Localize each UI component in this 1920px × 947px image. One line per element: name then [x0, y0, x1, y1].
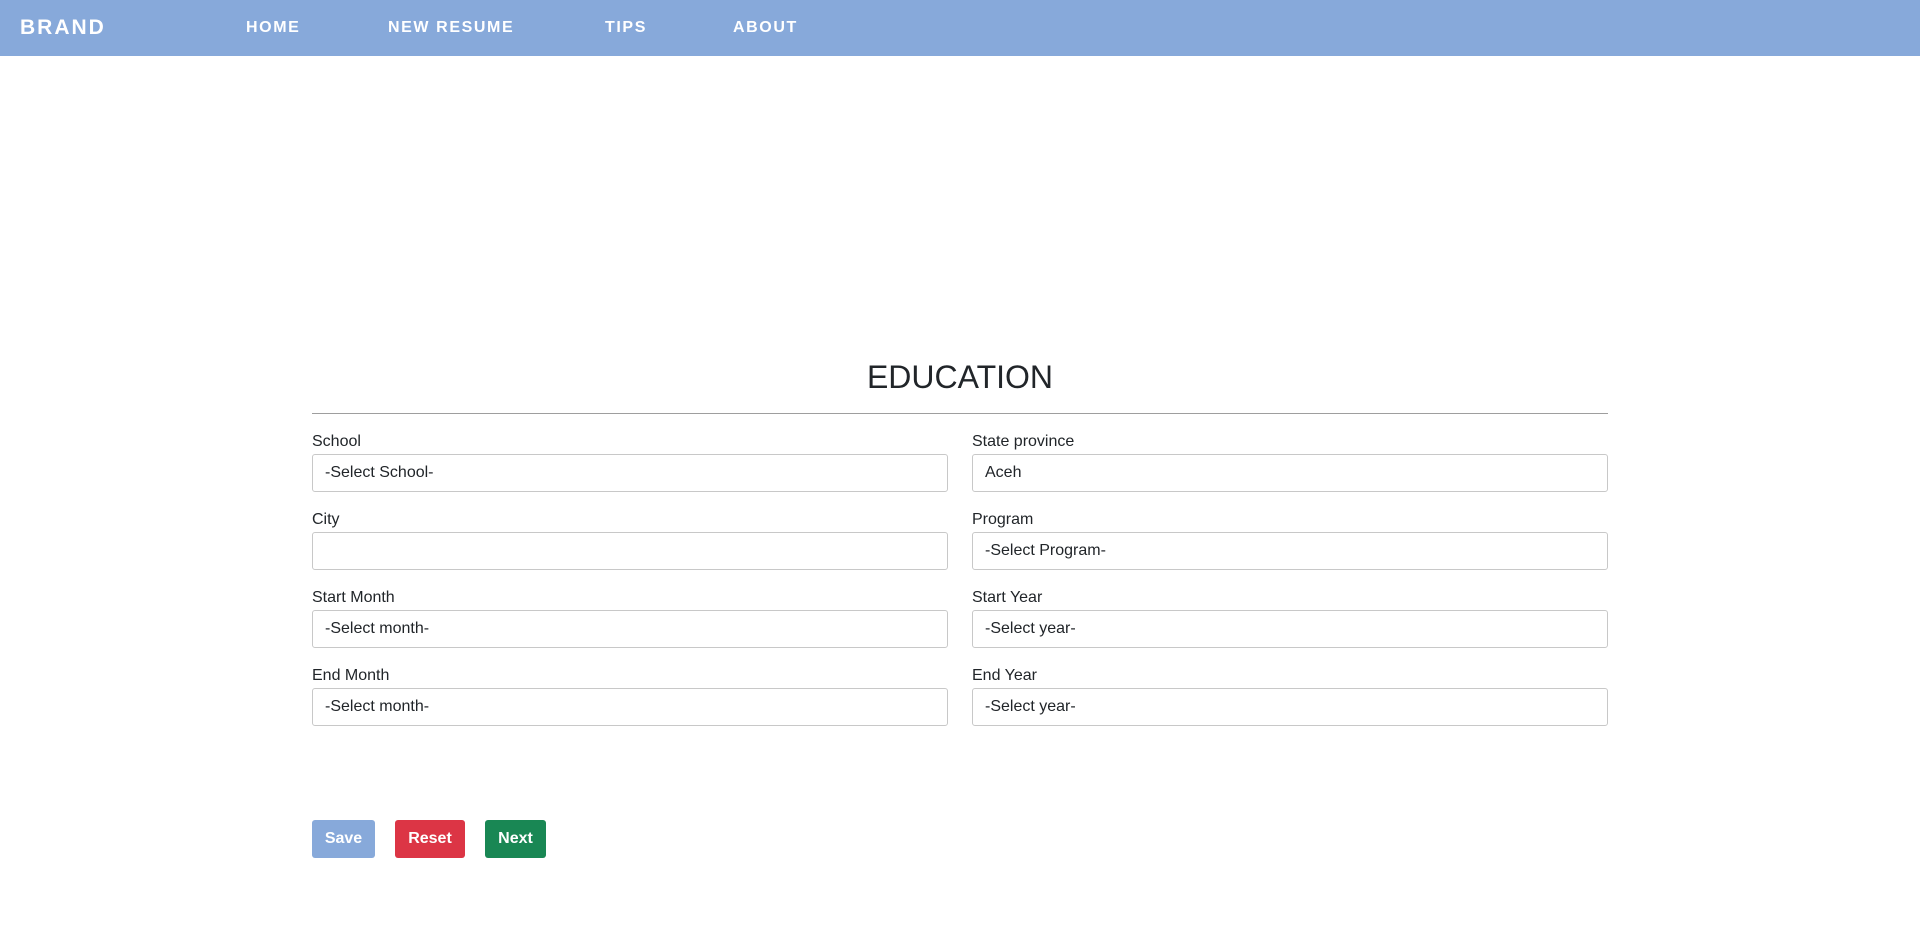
start-year-select[interactable]: -Select year-	[972, 610, 1608, 648]
next-button[interactable]: Next	[485, 820, 546, 858]
start-month-label: Start Month	[312, 589, 395, 606]
program-select[interactable]: -Select Program-	[972, 532, 1608, 570]
end-month-select[interactable]: -Select month-	[312, 688, 948, 726]
city-label: City	[312, 511, 340, 528]
end-month-label: End Month	[312, 667, 390, 684]
start-month-field: Start Month -Select month-	[312, 588, 948, 648]
nav-link-home[interactable]: HOME	[246, 19, 300, 37]
school-select[interactable]: -Select School-	[312, 454, 948, 492]
start-year-label: Start Year	[972, 589, 1043, 606]
city-input[interactable]	[312, 532, 948, 570]
state-province-label: State province	[972, 433, 1075, 450]
nav-link-new-resume[interactable]: NEW RESUME	[388, 19, 514, 37]
education-form: EDUCATION School -Select School- State p…	[312, 355, 1608, 858]
navbar: BRAND HOME NEW RESUME TIPS ABOUT	[0, 0, 1920, 56]
end-year-field: End Year -Select year-	[972, 666, 1608, 726]
nav-link-tips[interactable]: TIPS	[605, 19, 647, 37]
school-label: School	[312, 433, 361, 450]
program-field: Program -Select Program-	[972, 510, 1608, 570]
page-title: EDUCATION	[866, 359, 1054, 395]
end-month-field: End Month -Select month-	[312, 666, 948, 726]
nav-link-about[interactable]: ABOUT	[733, 19, 798, 37]
end-year-select[interactable]: -Select year-	[972, 688, 1608, 726]
school-field: School -Select School-	[312, 432, 948, 492]
end-year-label: End Year	[972, 667, 1037, 684]
state-province-select[interactable]: Aceh	[972, 454, 1608, 492]
start-month-select[interactable]: -Select month-	[312, 610, 948, 648]
program-label: Program	[972, 511, 1034, 528]
brand-logo[interactable]: BRAND	[20, 16, 106, 40]
start-year-field: Start Year -Select year-	[972, 588, 1608, 648]
reset-button[interactable]: Reset	[395, 820, 465, 858]
title-divider	[312, 413, 1608, 414]
city-field: City	[312, 510, 948, 570]
state-province-field: State province Aceh	[972, 432, 1608, 492]
save-button[interactable]: Save	[312, 820, 375, 858]
